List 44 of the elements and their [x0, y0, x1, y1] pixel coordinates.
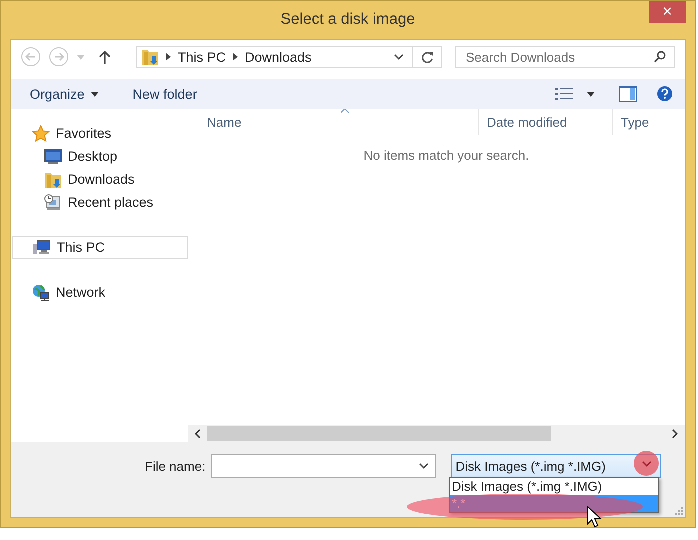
help-icon[interactable]	[657, 86, 673, 102]
sidebar-item[interactable]: Favorites	[11, 122, 188, 145]
sidebar-item[interactable]: Recent places	[11, 191, 188, 214]
resize-grip-icon[interactable]	[675, 507, 683, 515]
close-button[interactable]: ×	[649, 1, 686, 23]
column-header[interactable]: Type	[621, 114, 650, 130]
sidebar-item[interactable]: Downloads	[11, 168, 188, 191]
breadcrumb[interactable]: This PC	[178, 50, 226, 64]
folder-icon	[141, 48, 159, 66]
preview-pane-icon[interactable]	[619, 86, 637, 102]
monitor-icon	[44, 148, 62, 164]
column-header[interactable]: Name	[207, 114, 242, 130]
column-header[interactable]: Date modified	[487, 114, 568, 130]
recent-places-icon	[44, 194, 62, 212]
toolbar-button[interactable]: New folder	[132, 86, 198, 102]
dropdown-option[interactable]: Disk Images (*.img *.IMG)	[450, 478, 658, 495]
up-arrow-icon[interactable]	[99, 50, 111, 64]
chevron-icon	[233, 53, 238, 61]
refresh-icon[interactable]	[420, 50, 434, 64]
search-icon[interactable]	[654, 51, 666, 63]
chevron-icon	[166, 53, 171, 61]
sidebar-item[interactable]: This PC	[12, 236, 188, 259]
sidebar-item[interactable]: Network	[11, 281, 188, 304]
view-list-icon[interactable]	[555, 87, 573, 101]
computer-icon	[33, 240, 51, 256]
address-bar[interactable]: This PC Downloads	[136, 46, 442, 68]
file-name-field[interactable]	[210, 454, 436, 478]
chevron-down-icon[interactable]	[418, 463, 429, 469]
caret-icon	[587, 92, 595, 96]
search-box[interactable]: Search Downloads	[455, 46, 675, 68]
scroll-left-icon[interactable]	[195, 428, 201, 438]
toolbar-button[interactable]: Organize	[30, 86, 99, 102]
star-icon	[32, 124, 50, 142]
sidebar-item[interactable]: Desktop	[11, 145, 188, 168]
window-title: Select a disk image	[280, 11, 416, 29]
network-icon	[32, 284, 50, 302]
scroll-right-icon[interactable]	[672, 428, 678, 438]
caret-icon	[90, 92, 99, 96]
horizontal-scrollbar[interactable]	[188, 425, 685, 442]
breadcrumb[interactable]: Downloads	[245, 50, 312, 64]
empty-message: No items match your search.	[362, 148, 530, 163]
field-label: File name:	[145, 458, 206, 474]
chevron-down-icon[interactable]	[394, 54, 404, 60]
folder-icon	[44, 170, 62, 188]
